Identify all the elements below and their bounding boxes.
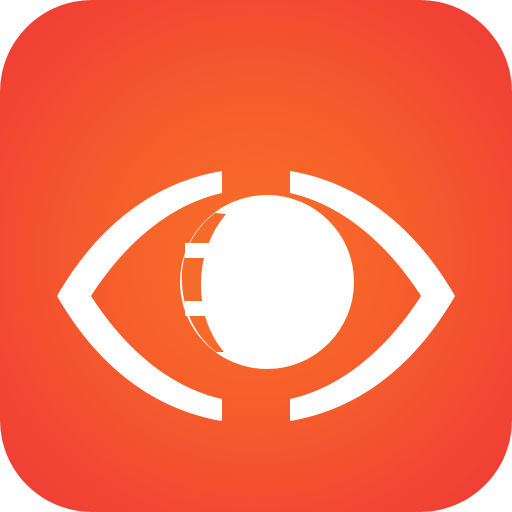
app-icon[interactable] (0, 0, 512, 512)
eye-icon (57, 171, 455, 421)
icon-canvas (0, 0, 512, 512)
eye-crescent-bar-bottom (185, 301, 235, 316)
eye-crescent-bar-top (185, 243, 235, 258)
